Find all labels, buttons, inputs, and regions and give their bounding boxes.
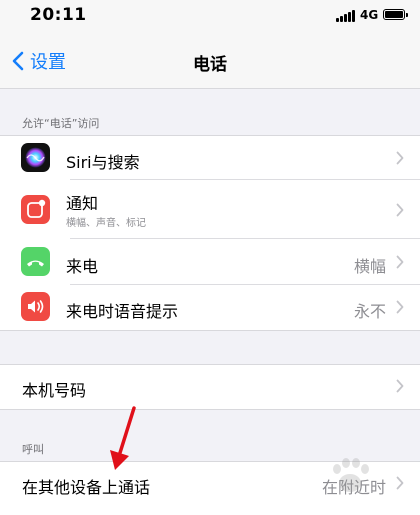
status-bar: 20:11 4G — [0, 0, 420, 34]
page-title: 电话 — [193, 55, 227, 75]
row-my-number[interactable]: 本机号码 — [0, 365, 420, 408]
row-calls-other-devices[interactable]: 在其他设备上通话 在附近时 — [0, 462, 420, 515]
siri-icon — [21, 143, 50, 172]
calls-group: 在其他设备上通话 在附近时 — [0, 461, 420, 515]
row-label: 通知 — [66, 194, 99, 213]
chevron-right-icon — [396, 300, 404, 314]
row-sublabel: 横幅、声音、标记 — [66, 218, 146, 229]
cellular-signal-icon — [336, 10, 356, 22]
chevron-right-icon — [396, 255, 404, 269]
row-value: 在附近时 — [321, 478, 386, 497]
row-incoming-call[interactable]: 来电 横幅 — [0, 239, 420, 285]
row-label: 来电时语音提示 — [66, 302, 179, 321]
row-label: Siri与搜索 — [66, 153, 140, 172]
section-header-calls: 呼叫 — [22, 443, 44, 456]
status-time: 20:11 — [30, 5, 87, 25]
allow-access-group: Siri与搜索 通知 横幅、声音、标记 来电 横幅 来电时语音提示 永不 — [0, 135, 420, 331]
battery-icon — [383, 9, 408, 20]
incoming-call-icon — [21, 247, 50, 276]
notifications-icon — [21, 195, 50, 224]
row-label: 本机号码 — [22, 381, 87, 400]
navigation-bar: 设置 电话 — [0, 34, 420, 89]
chevron-right-icon — [396, 151, 404, 165]
my-number-group: 本机号码 — [0, 364, 420, 410]
network-type: 4G — [360, 8, 379, 22]
row-label: 来电 — [66, 257, 99, 276]
row-value: 永不 — [353, 302, 386, 321]
row-announce-calls[interactable]: 来电时语音提示 永不 — [0, 285, 420, 329]
row-notifications[interactable]: 通知 横幅、声音、标记 — [0, 180, 420, 239]
announce-calls-icon — [21, 292, 50, 321]
row-label: 在其他设备上通话 — [22, 478, 151, 497]
chevron-right-icon — [396, 203, 404, 217]
row-siri-search[interactable]: Siri与搜索 — [0, 136, 420, 180]
chevron-right-icon — [396, 476, 404, 490]
row-value: 横幅 — [353, 257, 386, 276]
section-header-allow-access: 允许“电话”访问 — [22, 117, 100, 130]
chevron-right-icon — [396, 379, 404, 393]
